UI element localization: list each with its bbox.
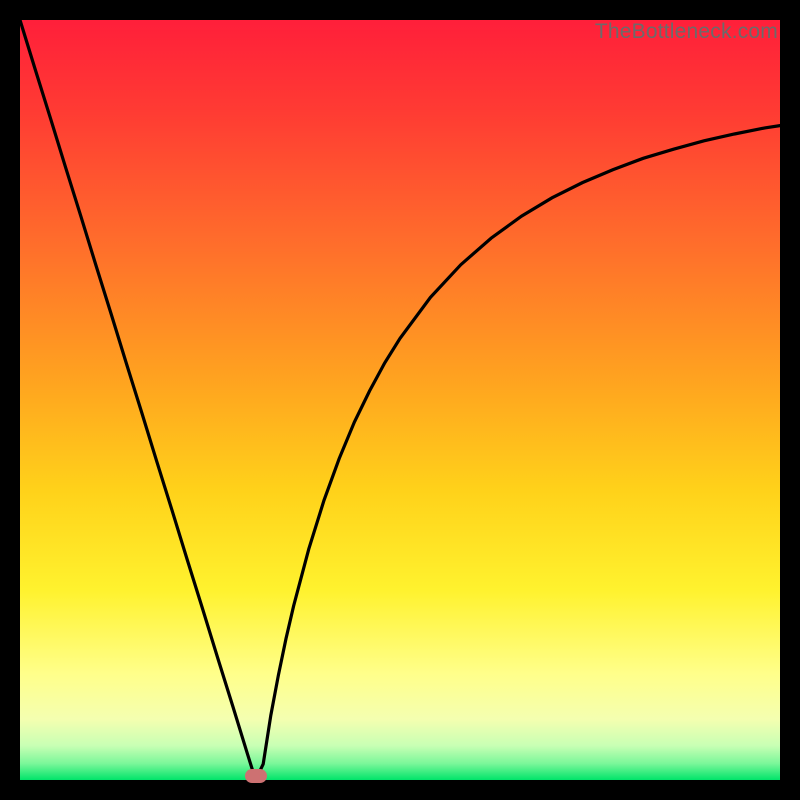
chart-frame: TheBottleneck.com: [20, 20, 780, 780]
optimal-point-marker: [245, 769, 267, 783]
bottleneck-curve: [20, 20, 780, 780]
watermark-text: TheBottleneck.com: [595, 20, 778, 44]
